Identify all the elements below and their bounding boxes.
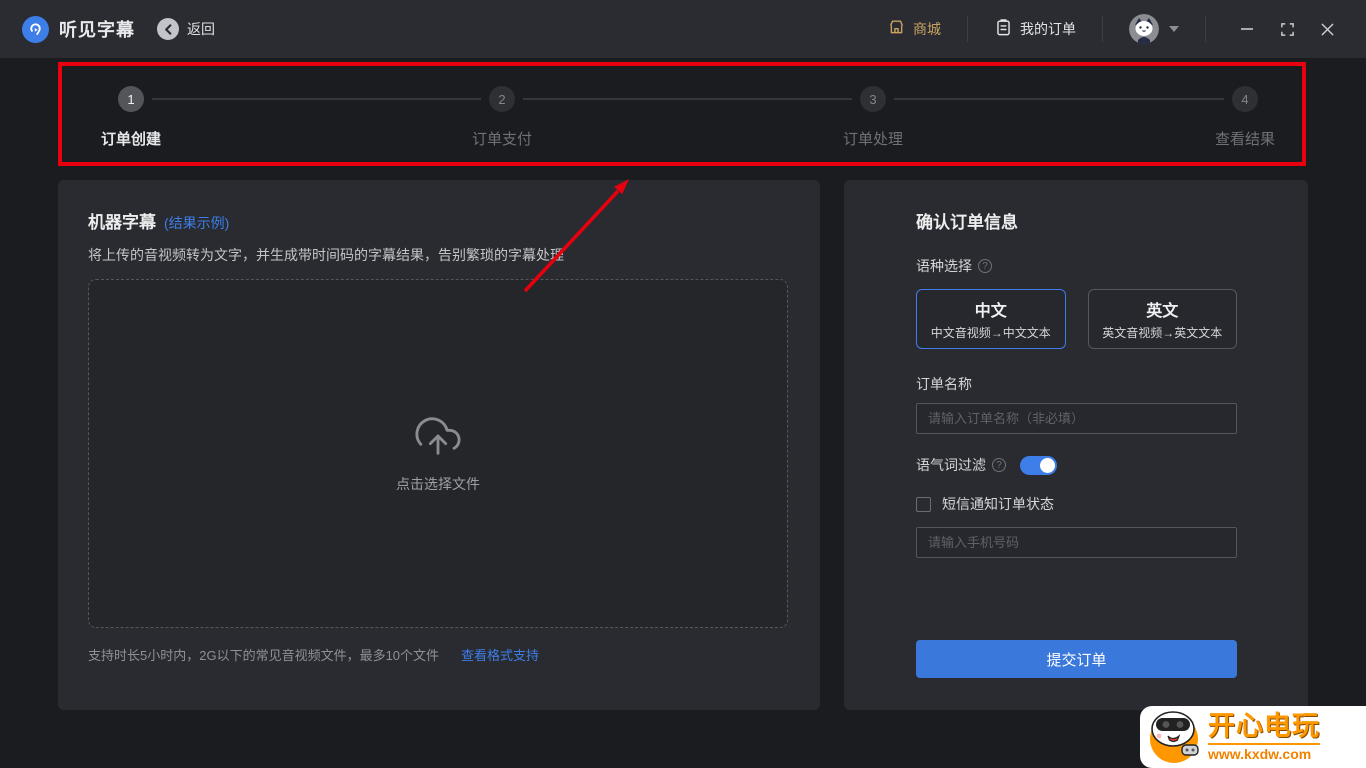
step-1-circle: 1 (118, 86, 144, 112)
step-connector (894, 98, 1224, 100)
orders-label: 我的订单 (1020, 19, 1076, 39)
submit-order-button[interactable]: 提交订单 (916, 640, 1237, 678)
shop-icon (887, 18, 906, 40)
close-button[interactable] (1312, 14, 1342, 44)
divider (967, 16, 968, 42)
step-2-circle: 2 (489, 86, 515, 112)
mascot-icon (1144, 706, 1206, 768)
step-4-label: 查看结果 (1185, 128, 1305, 149)
order-steps-annotation-box: 1 2 3 4 订单创建 订单支付 订单处理 查看结果 (58, 62, 1306, 166)
step-2-label: 订单支付 (442, 128, 562, 149)
back-label: 返回 (187, 19, 215, 39)
titlebar: 听见字幕 返回 商城 (0, 0, 1366, 58)
maximize-button[interactable] (1272, 14, 1302, 44)
step-connector (523, 98, 852, 100)
file-upload-dropzone[interactable]: 点击选择文件 (88, 279, 788, 628)
order-confirm-panel: 确认订单信息 语种选择 ? 中文 中文音视频→中文文本 英文 英文音视频→英文文… (844, 180, 1308, 710)
panel-description: 将上传的音视频转为文字，并生成带时间码的字幕结果，告别繁琐的字幕处理 (88, 245, 788, 265)
user-menu[interactable] (1129, 14, 1179, 44)
machine-subtitle-panel: 机器字幕 (结果示例) 将上传的音视频转为文字，并生成带时间码的字幕结果，告别繁… (58, 180, 820, 710)
upload-hint: 点击选择文件 (396, 474, 480, 494)
language-card-english[interactable]: 英文 英文音视频→英文文本 (1088, 289, 1238, 349)
step-3-circle: 3 (860, 86, 886, 112)
back-button[interactable]: 返回 (157, 18, 215, 40)
language-desc: 中文音视频→中文文本 (931, 324, 1051, 341)
support-note: 支持时长5小时内，2G以下的常见音视频文件，最多10个文件 (88, 645, 439, 664)
back-arrow-icon (157, 18, 179, 40)
order-name-input[interactable] (916, 403, 1237, 434)
kxdw-watermark: 开心电玩 www.kxdw.com (1140, 706, 1366, 768)
clipboard-icon (994, 18, 1013, 40)
app-logo-icon (22, 16, 49, 43)
titlebar-right: 商城 我的订单 (887, 14, 1342, 44)
format-support-link[interactable]: 查看格式支持 (461, 645, 539, 664)
watermark-title: 开心电玩 (1208, 713, 1320, 740)
order-name-label: 订单名称 (916, 374, 972, 394)
my-orders-button[interactable]: 我的订单 (994, 18, 1076, 40)
step-3-label: 订单处理 (813, 128, 933, 149)
step-connector (152, 98, 481, 100)
minimize-button[interactable] (1232, 14, 1262, 44)
step-1-label: 订单创建 (71, 128, 191, 149)
toggle-knob (1040, 458, 1055, 473)
filler-filter-label: 语气词过滤 (916, 455, 986, 475)
language-card-chinese[interactable]: 中文 中文音视频→中文文本 (916, 289, 1066, 349)
result-example-link[interactable]: (结果示例) (164, 213, 229, 233)
watermark-url: www.kxdw.com (1208, 743, 1320, 761)
language-select-label: 语种选择 (916, 256, 972, 276)
app-title: 听见字幕 (59, 16, 135, 42)
divider (1102, 16, 1103, 42)
mall-button[interactable]: 商城 (887, 18, 941, 40)
cloud-upload-icon (415, 413, 461, 464)
sms-notify-checkbox[interactable] (916, 497, 931, 512)
mall-label: 商城 (913, 19, 941, 39)
language-desc: 英文音视频→英文文本 (1102, 324, 1222, 341)
filler-filter-toggle[interactable] (1020, 456, 1057, 475)
phone-number-input[interactable] (916, 527, 1237, 558)
avatar (1129, 14, 1159, 44)
language-name: 中文 (975, 297, 1007, 321)
language-name: 英文 (1146, 297, 1178, 321)
help-icon[interactable]: ? (992, 458, 1006, 472)
sms-notify-label: 短信通知订单状态 (942, 494, 1054, 514)
chevron-down-icon[interactable] (1169, 26, 1179, 32)
panel-title: 机器字幕 (88, 208, 156, 233)
confirm-order-title: 确认订单信息 (916, 208, 1237, 233)
divider (1205, 16, 1206, 42)
step-4-circle: 4 (1232, 86, 1258, 112)
help-icon[interactable]: ? (978, 259, 992, 273)
